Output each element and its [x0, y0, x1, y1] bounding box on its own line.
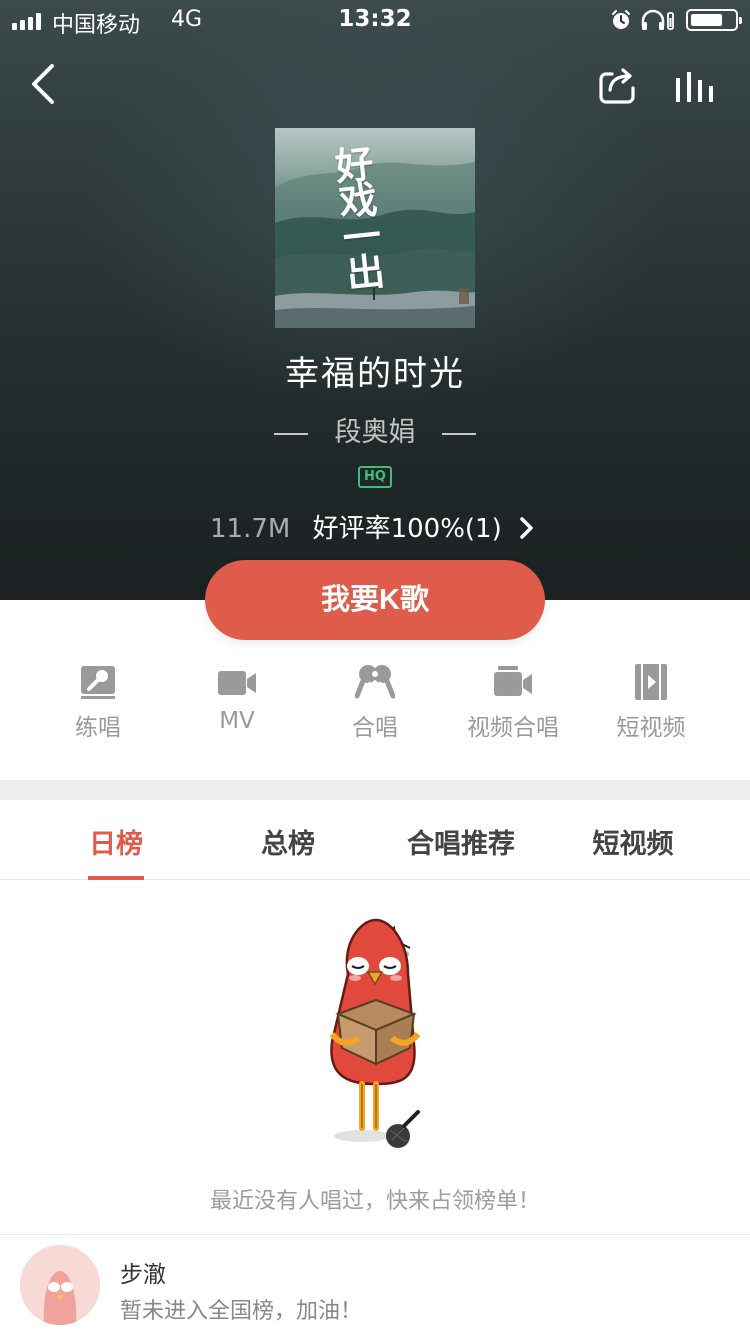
action-label: 练唱 — [75, 715, 121, 741]
rating-text[interactable]: 好评率100%(1) — [313, 514, 502, 544]
album-cover[interactable]: 好戏一出 — [275, 128, 475, 328]
action-bar: 练唱 MV 合唱 视频合唱 短视频 — [0, 662, 750, 742]
action-practice[interactable]: 练唱 — [29, 662, 167, 742]
status-time: 13:32 — [338, 6, 412, 32]
empty-state-mascot — [329, 918, 421, 1148]
artist-row[interactable]: 段奥娟 — [0, 410, 750, 449]
tab-indicator — [88, 876, 144, 880]
headphone-icon — [641, 9, 674, 30]
status-bar: 中国移动 4G 13:32 — [0, 0, 750, 40]
stats-row[interactable]: 11.7M 好评率100%(1) — [0, 508, 750, 545]
empty-state-message: 最近没有人唱过，快来占领榜单！ — [209, 1189, 540, 1214]
action-duet[interactable]: 合唱 — [306, 662, 444, 742]
video-camera-icon — [218, 671, 256, 695]
action-short-video[interactable]: 短视频 — [582, 662, 720, 742]
song-header: 中国移动 4G 13:32 好戏一出 幸福的时光 段奥娟 HQ 11.7M 好评… — [0, 0, 750, 600]
alarm-icon — [612, 10, 630, 29]
user-name: 步澈 — [120, 1262, 166, 1288]
action-label: 合唱 — [352, 715, 398, 741]
file-size: 11.7M — [209, 514, 291, 544]
back-button[interactable] — [26, 62, 66, 106]
tab-short-video[interactable]: 短视频 — [584, 822, 682, 861]
chevron-right-icon[interactable] — [514, 515, 540, 541]
action-label: 短视频 — [616, 715, 686, 741]
practice-icon — [81, 666, 115, 699]
action-label: 视频合唱 — [467, 715, 559, 741]
avatar[interactable] — [20, 1245, 100, 1325]
action-mv[interactable]: MV — [168, 662, 306, 734]
short-video-icon — [635, 664, 667, 700]
my-ranking-row[interactable]: 步澈 暂未进入全国榜，加油！ — [0, 1234, 750, 1334]
song-title: 幸福的时光 — [285, 354, 465, 394]
battery-icon — [686, 9, 742, 31]
sing-k-button[interactable]: 我要K歌 — [205, 560, 545, 640]
tab-all-time[interactable]: 总榜 — [248, 822, 328, 861]
tab-daily[interactable]: 日榜 — [76, 822, 156, 861]
video-duet-icon — [494, 666, 532, 696]
share-button[interactable] — [598, 66, 638, 106]
dash-left — [273, 432, 308, 435]
duet-mic-icon — [355, 665, 395, 699]
action-label: MV — [219, 708, 255, 734]
avatar-placeholder-icon — [20, 1245, 100, 1325]
dash-right — [442, 432, 477, 435]
action-video-duet[interactable]: 视频合唱 — [444, 662, 582, 742]
section-divider — [0, 780, 750, 800]
ranking-tabs: 日榜 总榜 合唱推荐 短视频 — [0, 800, 750, 880]
hq-badge: HQ — [358, 466, 392, 488]
tab-duet-recommend[interactable]: 合唱推荐 — [398, 822, 524, 861]
artist-name[interactable]: 段奥娟 — [335, 417, 416, 448]
user-rank-status: 暂未进入全国榜，加油！ — [120, 1299, 363, 1324]
equalizer-button[interactable] — [672, 68, 718, 104]
